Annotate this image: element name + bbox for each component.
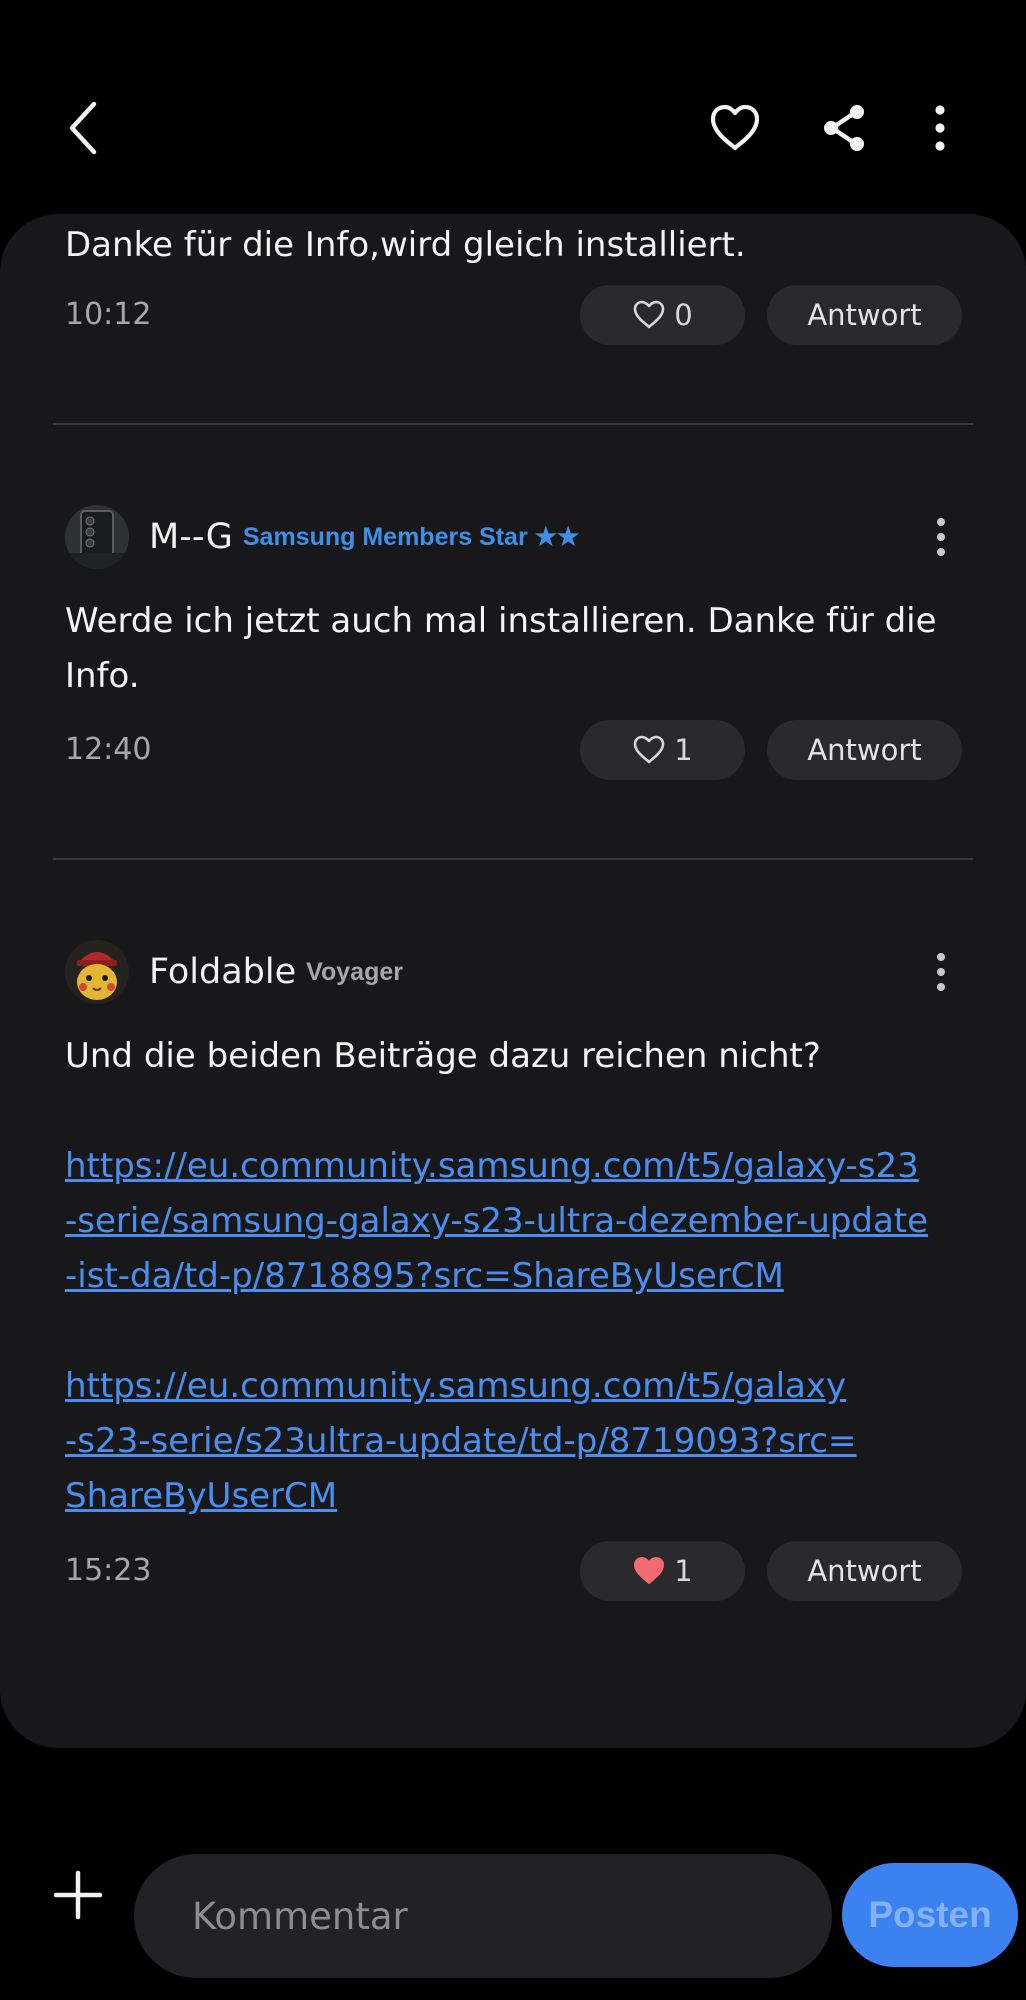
comment-composer: Posten (0, 1790, 1026, 2000)
comment-time: 15:23 (65, 1553, 152, 1588)
comment-meta: 12:40 1 Antwort (0, 720, 1026, 780)
reply-button[interactable]: Antwort (767, 285, 962, 345)
author-name[interactable]: M--G (149, 517, 233, 557)
favorite-button[interactable] (695, 88, 775, 168)
comment-time: 10:12 (65, 297, 152, 332)
heart-outline-icon (710, 104, 760, 151)
member-badge: Voyager (306, 957, 403, 986)
comment-text: Und die beiden Beiträge dazu reichen nic… (65, 1036, 821, 1076)
add-attachment-button[interactable] (38, 1855, 118, 1935)
top-bar (0, 0, 1026, 215)
more-vertical-icon (935, 105, 945, 151)
avatar[interactable] (65, 940, 129, 1004)
more-vertical-icon (937, 953, 945, 991)
heart-filled-icon (634, 1557, 665, 1584)
member-badge: Samsung Members Star ★★ (242, 523, 580, 551)
back-button[interactable] (44, 88, 124, 168)
comment-meta: 10:12 0 Antwort (0, 285, 1026, 345)
share-icon (824, 105, 864, 151)
like-button[interactable]: 1 (580, 720, 745, 780)
comment-text: Werde ich jetzt auch mal installieren. D… (65, 601, 937, 696)
comment-input[interactable] (134, 1854, 832, 1978)
share-button[interactable] (804, 88, 884, 168)
comment-author: M--G Samsung Members Star ★★ (65, 505, 579, 569)
heart-outline-icon (633, 735, 665, 764)
comment-more-button[interactable] (916, 940, 966, 1004)
divider (53, 858, 973, 860)
post-link[interactable]: https://eu.community.samsung.com/t5/gala… (65, 1359, 945, 1524)
like-button[interactable]: 0 (580, 285, 745, 345)
pikachu-avatar-icon (65, 940, 129, 1004)
like-button[interactable]: 1 (580, 1541, 745, 1601)
reply-button[interactable]: Antwort (767, 1541, 962, 1601)
comment-time: 12:40 (65, 732, 152, 767)
avatar[interactable] (65, 505, 129, 569)
more-options-button[interactable] (900, 88, 980, 168)
like-count: 0 (674, 298, 693, 332)
comment-text: Danke für die Info,wird gleich installie… (65, 225, 746, 265)
comments-card: Danke für die Info,wird gleich installie… (0, 214, 1026, 1748)
comment-meta: 15:23 1 Antwort (0, 1541, 1026, 1601)
phone-avatar-icon (65, 505, 129, 569)
chevron-left-icon (69, 101, 97, 155)
reply-button[interactable]: Antwort (767, 720, 962, 780)
comment-author: Foldable Voyager (65, 940, 403, 1004)
post-link[interactable]: https://eu.community.samsung.com/t5/gala… (65, 1139, 945, 1304)
more-vertical-icon (937, 518, 945, 556)
comment-more-button[interactable] (916, 505, 966, 569)
plus-icon (53, 1870, 103, 1920)
author-name[interactable]: Foldable (149, 952, 296, 992)
post-button[interactable]: Posten (842, 1863, 1018, 1967)
like-count: 1 (674, 733, 693, 767)
like-count: 1 (674, 1554, 693, 1588)
heart-outline-icon (633, 300, 665, 329)
divider (53, 423, 973, 425)
